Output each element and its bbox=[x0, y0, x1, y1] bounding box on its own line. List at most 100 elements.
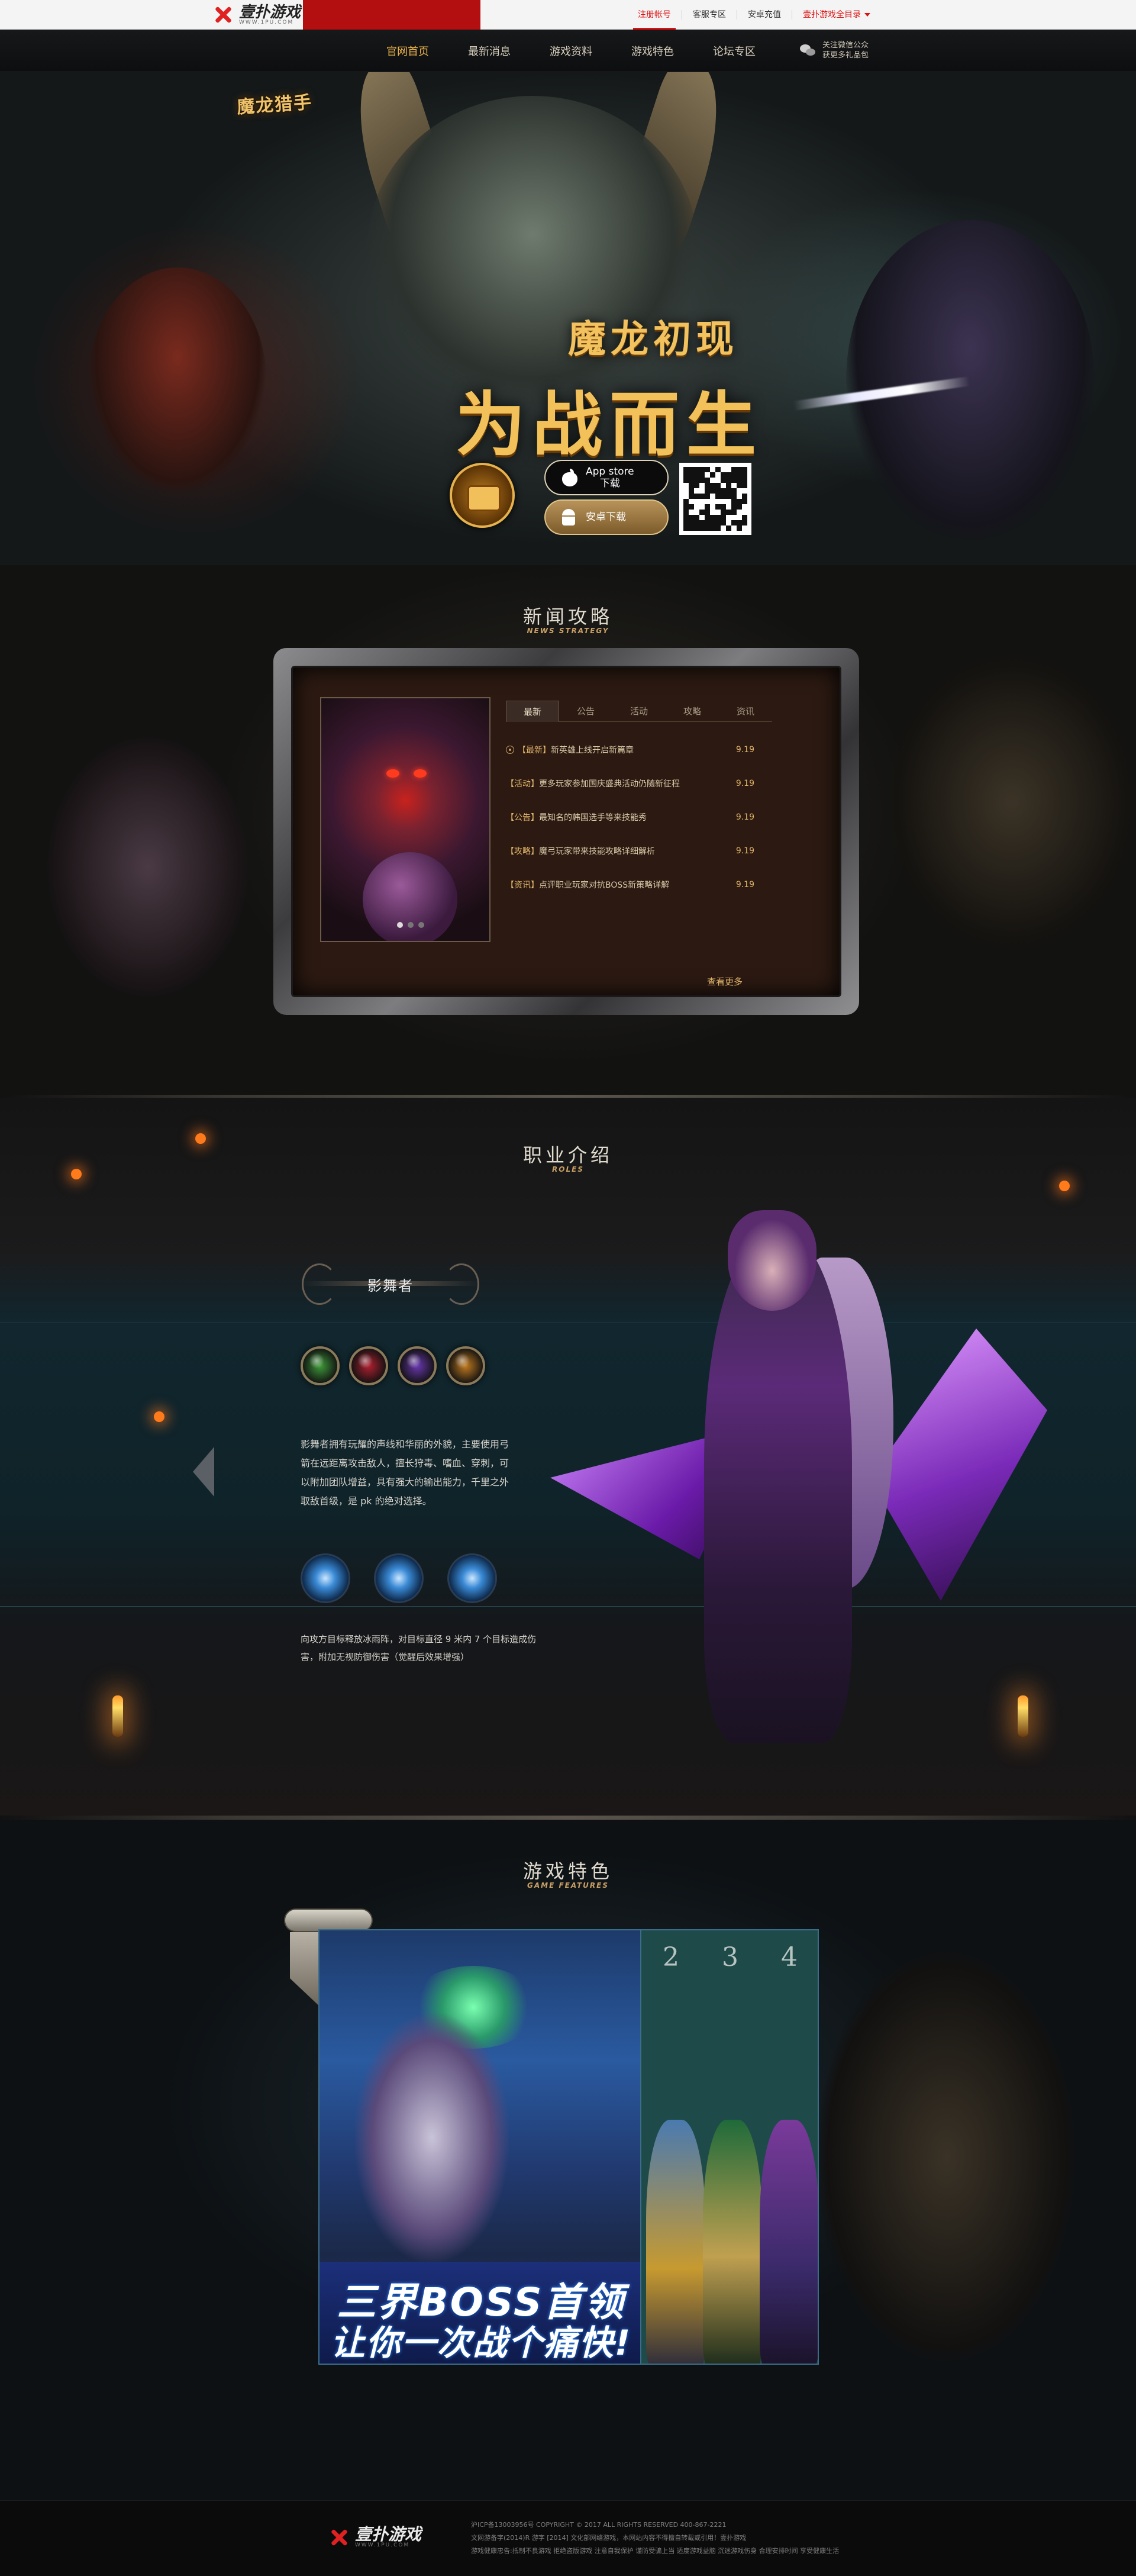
nav-home[interactable]: 官网首页 bbox=[367, 43, 448, 59]
ruins-artwork bbox=[888, 654, 1136, 950]
news-headline: 魔弓玩家带来技能攻略详细解析 bbox=[539, 846, 655, 856]
news-tabs: 最新 公告 活动 攻略 资讯 bbox=[506, 701, 772, 722]
hero-figure bbox=[760, 2120, 818, 2364]
tab-latest[interactable]: 最新 bbox=[506, 701, 559, 722]
carousel-dot[interactable] bbox=[408, 922, 414, 928]
nav-forum[interactable]: 论坛专区 bbox=[693, 43, 775, 59]
news-item[interactable]: 【资讯】 点评职业玩家对抗BOSS新策略详解 9.19 bbox=[506, 868, 754, 901]
news-title-en: NEWS STRATEGY bbox=[527, 627, 609, 635]
appstore-download-button[interactable]: App store 下载 bbox=[544, 460, 669, 495]
news-category: 【最新】 bbox=[518, 745, 551, 755]
android-icon bbox=[561, 509, 576, 525]
tab-notice[interactable]: 公告 bbox=[559, 701, 612, 722]
nav-news[interactable]: 最新消息 bbox=[448, 43, 530, 59]
site-logo[interactable]: 壹扑游戏 WWW.1PU.COM bbox=[213, 4, 301, 26]
demon-artwork bbox=[47, 737, 248, 997]
demon-eye bbox=[386, 769, 399, 778]
roles-title-en: ROLES bbox=[552, 1165, 584, 1173]
more-news-link[interactable]: 查看更多 bbox=[707, 975, 743, 988]
feature-slides-collapsed: 2 3 4 bbox=[641, 1929, 819, 2365]
bow-wing bbox=[870, 1329, 1047, 1601]
news-date: 9.19 bbox=[735, 778, 754, 788]
orb bbox=[363, 852, 457, 941]
shadow-dancer-artwork bbox=[550, 1210, 1053, 1755]
footer-legal: 沪ICP备13003956号 COPYRIGHT © 2017 ALL RIGH… bbox=[471, 2519, 840, 2558]
feature-tab-2[interactable]: 2 bbox=[641, 1942, 701, 1972]
boss-artwork bbox=[355, 2013, 509, 2262]
role-tab-green[interactable] bbox=[301, 1346, 340, 1385]
news-date: 9.19 bbox=[735, 812, 754, 822]
feature-tab-3[interactable]: 3 bbox=[701, 1942, 760, 1972]
role-description: 影舞者拥有玩耀的声线和华丽的外貌，主要使用弓箭在远距离攻击敌人，擅长狩毒、嗜血、… bbox=[301, 1439, 509, 1507]
wechat-icon bbox=[800, 43, 816, 57]
footer-logo-name: 壹扑游戏 bbox=[355, 2525, 422, 2543]
role-tab-orange[interactable] bbox=[446, 1346, 485, 1385]
role-tab-red[interactable] bbox=[349, 1346, 388, 1385]
role-tab-purple[interactable] bbox=[398, 1346, 437, 1385]
recharge-link[interactable]: 安卓充值 bbox=[737, 10, 792, 20]
skill-list bbox=[301, 1553, 497, 1603]
games-directory-link[interactable]: 壹扑游戏全目录 bbox=[792, 10, 881, 20]
game-logo[interactable]: 魔龙猎手 bbox=[236, 88, 314, 119]
android-label: 安卓下载 bbox=[586, 511, 626, 523]
footer-logo-url: WWW.1PU.COM bbox=[355, 2542, 410, 2548]
feature-slide-1[interactable]: 三界BOSS首领 让你一次战个痛快! bbox=[318, 1929, 641, 2365]
news-item[interactable]: 【活动】 更多玩家参加国庆盛典活动仍随新征程 9.19 bbox=[506, 766, 754, 800]
nav-game-info[interactable]: 游戏资料 bbox=[530, 43, 612, 59]
news-item[interactable]: 【公告】 最知名的韩国选手等来技能秀 9.19 bbox=[506, 800, 754, 834]
tab-events[interactable]: 活动 bbox=[612, 701, 666, 722]
head bbox=[728, 1210, 816, 1311]
hero-figure bbox=[703, 2120, 762, 2364]
heroes-artwork bbox=[641, 2084, 818, 2364]
news-title: 新闻攻略 bbox=[522, 605, 613, 628]
news-carousel-image[interactable] bbox=[320, 697, 490, 942]
carousel-dot[interactable] bbox=[397, 922, 403, 928]
hero-title: 为战而生 bbox=[456, 384, 764, 466]
top-bar: 壹扑游戏 WWW.1PU.COM 注册帐号 客服专区 安卓充值 壹扑游戏全目录 bbox=[0, 0, 1136, 30]
carousel-dots bbox=[397, 922, 424, 928]
wechat-follow[interactable]: 关注微信公众 获更多礼品包 bbox=[800, 40, 869, 60]
news-list: 【最新】 新英雄上线开启新篇章 9.19 【活动】 更多玩家参加国庆盛典活动仍随新征程… bbox=[506, 733, 754, 901]
news-item[interactable]: 【攻略】 魔弓玩家带来技能攻略详细解析 9.19 bbox=[506, 834, 754, 868]
logo-x-icon bbox=[213, 6, 233, 24]
demon-eye bbox=[414, 769, 427, 778]
top-links: 注册帐号 客服专区 安卓充值 壹扑游戏全目录 bbox=[627, 0, 881, 30]
news-category: 【公告】 bbox=[506, 813, 539, 823]
footer-line: 游戏健康忠告:抵制不良游戏 拒绝盗版游戏 注意自我保护 谨防受骗上当 适度游戏益… bbox=[471, 2547, 840, 2555]
logo-name: 壹扑游戏 bbox=[239, 3, 301, 21]
android-download-button[interactable]: 安卓下载 bbox=[544, 499, 669, 535]
nav-features[interactable]: 游戏特色 bbox=[612, 43, 693, 59]
support-link[interactable]: 客服专区 bbox=[682, 10, 737, 20]
treasure-chest-icon[interactable] bbox=[450, 463, 515, 528]
skill-icon[interactable] bbox=[301, 1553, 350, 1603]
news-item[interactable]: 【最新】 新英雄上线开启新篇章 9.19 bbox=[506, 733, 754, 766]
features-section: 游戏特色 GAME FEATURES 三界BOSS首领 让你一次战个痛快! 2 … bbox=[0, 1820, 1136, 2500]
skill-icon[interactable] bbox=[447, 1553, 497, 1603]
hero-subtitle: 魔龙初现 bbox=[568, 318, 738, 362]
roles-title: 职业介绍 bbox=[522, 1144, 613, 1166]
news-frame: 最新 公告 活动 攻略 资讯 【最新】 新英雄上线开启新篇章 9.19 【活动】 更多… bbox=[273, 648, 859, 1015]
ember-glow bbox=[1059, 1181, 1070, 1191]
register-link[interactable]: 注册帐号 bbox=[627, 10, 682, 30]
tab-info[interactable]: 资讯 bbox=[719, 701, 772, 722]
footer-line: 沪ICP备13003956号 COPYRIGHT © 2017 ALL RIGH… bbox=[471, 2521, 727, 2529]
skill-icon[interactable] bbox=[374, 1553, 424, 1603]
warrior-artwork bbox=[89, 267, 266, 492]
brand-color-block bbox=[303, 0, 480, 30]
roles-section: 职业介绍 ROLES 影舞者 影舞者拥有玩耀的声线和华丽的外貌，主要使用弓箭在远… bbox=[0, 1098, 1136, 1820]
banner-line-2: 让你一次战个痛快! bbox=[330, 2323, 632, 2363]
apple-icon bbox=[562, 469, 577, 486]
news-headline: 最知名的韩国选手等来技能秀 bbox=[539, 813, 647, 823]
wechat-line-1: 关注微信公众 bbox=[822, 41, 869, 50]
footer-logo[interactable]: 壹扑游戏 WWW.1PU.COM bbox=[329, 2525, 422, 2549]
download-qr-code bbox=[679, 463, 751, 535]
games-directory-label: 壹扑游戏全目录 bbox=[803, 10, 861, 20]
archer-artwork bbox=[846, 220, 1095, 540]
feature-tab-4[interactable]: 4 bbox=[760, 1942, 818, 1972]
prev-role-arrow-icon[interactable] bbox=[193, 1447, 214, 1497]
scroll-roll bbox=[284, 1908, 373, 1932]
news-category: 【活动】 bbox=[506, 779, 539, 789]
tab-guides[interactable]: 攻略 bbox=[666, 701, 719, 722]
bullet-icon bbox=[506, 745, 514, 754]
carousel-dot[interactable] bbox=[418, 922, 424, 928]
